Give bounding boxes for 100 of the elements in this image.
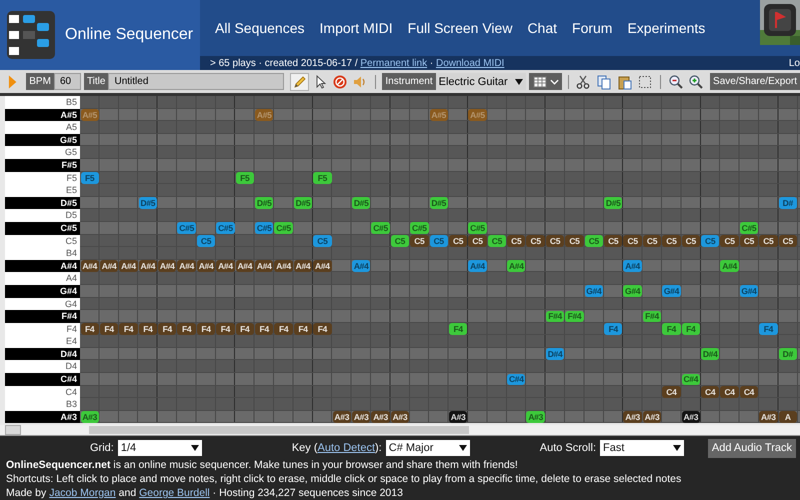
pencil-icon[interactable] xyxy=(290,72,310,90)
note[interactable]: A#3 xyxy=(390,411,410,423)
note[interactable]: C5 xyxy=(778,235,797,247)
author-link[interactable]: Jacob Morgan xyxy=(49,487,116,499)
piano-key[interactable]: B4 xyxy=(5,247,80,260)
note[interactable]: A#4 xyxy=(507,260,526,272)
nav-link[interactable]: Chat xyxy=(527,20,558,36)
note[interactable]: C5 xyxy=(682,235,700,247)
note[interactable]: C5 xyxy=(720,235,739,247)
note[interactable]: F4 xyxy=(313,323,332,335)
piano-key[interactable]: D#4 xyxy=(5,348,80,360)
note[interactable]: C5 xyxy=(390,235,410,247)
piano-key[interactable]: G#4 xyxy=(5,284,80,298)
note[interactable]: A#4 xyxy=(119,260,138,272)
key-select[interactable]: C# Major xyxy=(386,440,470,456)
note[interactable]: A#4 xyxy=(138,260,158,272)
note[interactable]: C#5 xyxy=(468,222,487,234)
author-link[interactable]: George Burdell xyxy=(139,487,210,499)
note[interactable]: C#5 xyxy=(740,222,758,234)
login-link[interactable]: Lo xyxy=(788,58,800,68)
note[interactable]: A#3 xyxy=(526,411,545,423)
note[interactable]: D# xyxy=(778,348,797,360)
auto-detect-link[interactable]: Auto Detect xyxy=(318,442,376,454)
note[interactable]: A#4 xyxy=(255,260,274,272)
note[interactable]: C#4 xyxy=(682,374,700,386)
note[interactable]: C#5 xyxy=(274,222,293,234)
piano-key[interactable]: A5 xyxy=(5,121,80,134)
piano-key[interactable]: F4 xyxy=(5,322,80,336)
piano-key[interactable]: D#5 xyxy=(5,196,80,210)
note[interactable]: D#5 xyxy=(294,197,312,209)
piano-key[interactable]: G#5 xyxy=(5,134,80,146)
note[interactable]: C5 xyxy=(546,235,564,247)
note[interactable]: A#3 xyxy=(642,411,662,423)
note[interactable]: F4 xyxy=(682,323,700,335)
link[interactable]: Permanent link xyxy=(360,58,428,68)
note[interactable]: A#4 xyxy=(100,260,118,272)
nav-link[interactable]: All Sequences xyxy=(215,20,305,36)
note[interactable]: C5 xyxy=(759,235,778,247)
piano-key[interactable]: E5 xyxy=(5,184,80,197)
piano-key[interactable]: D4 xyxy=(5,360,80,374)
note[interactable]: C5 xyxy=(410,235,429,247)
note[interactable]: A#3 xyxy=(759,411,778,423)
note[interactable]: C#5 xyxy=(371,222,390,234)
note[interactable]: F4 xyxy=(196,323,216,335)
note[interactable]: D#5 xyxy=(352,197,370,209)
note[interactable]: C5 xyxy=(584,235,604,247)
note[interactable]: F4 xyxy=(448,323,468,335)
note[interactable]: A xyxy=(778,411,797,423)
note[interactable]: F4 xyxy=(177,323,196,335)
auto-scroll-select[interactable]: Fast xyxy=(600,440,684,456)
piano-key[interactable]: G4 xyxy=(5,298,80,310)
piano-key[interactable]: E4 xyxy=(5,335,80,348)
note[interactable]: A#4 xyxy=(294,260,312,272)
note[interactable]: F4 xyxy=(236,323,254,335)
site-title[interactable]: Online Sequencer xyxy=(65,26,194,44)
note[interactable]: F4 xyxy=(80,323,99,335)
note[interactable]: C4 xyxy=(740,386,758,398)
note[interactable]: A#3 xyxy=(371,411,390,423)
instrument-select[interactable]: Electric Guitar xyxy=(436,73,526,90)
note[interactable]: A#3 xyxy=(623,411,642,423)
note[interactable]: C4 xyxy=(662,386,681,398)
piano-key[interactable]: A#3 xyxy=(5,410,80,424)
note[interactable]: A#4 xyxy=(177,260,196,272)
note[interactable]: C5 xyxy=(507,235,526,247)
note[interactable]: F4 xyxy=(255,323,274,335)
piano-key[interactable]: A4 xyxy=(5,272,80,285)
piano-key[interactable]: C#5 xyxy=(5,222,80,235)
note[interactable]: D#5 xyxy=(255,197,274,209)
note[interactable]: F#4 xyxy=(642,310,662,322)
nav-link[interactable]: Experiments xyxy=(627,20,706,36)
note[interactable]: C5 xyxy=(448,235,468,247)
note[interactable]: F5 xyxy=(313,172,332,184)
note[interactable]: A#4 xyxy=(158,260,176,272)
piano-key[interactable]: C#4 xyxy=(5,373,80,386)
note[interactable]: C5 xyxy=(526,235,545,247)
piano-key[interactable]: D5 xyxy=(5,209,80,222)
scrollbar-thumb[interactable] xyxy=(89,426,469,434)
note[interactable]: C5 xyxy=(740,235,758,247)
piano-key[interactable]: F5 xyxy=(5,172,80,184)
note[interactable]: F4 xyxy=(119,323,138,335)
note[interactable]: A#3 xyxy=(682,411,700,423)
piano-key[interactable]: C5 xyxy=(5,234,80,248)
copy-icon[interactable] xyxy=(595,72,613,90)
nav-link[interactable]: Import MIDI xyxy=(320,20,393,36)
note[interactable]: A#4 xyxy=(313,260,332,272)
note[interactable]: A#3 xyxy=(332,411,351,423)
note[interactable]: A#4 xyxy=(236,260,254,272)
note[interactable]: A#3 xyxy=(448,411,468,423)
note[interactable]: C5 xyxy=(488,235,506,247)
note[interactable]: F4 xyxy=(216,323,235,335)
grid-select[interactable]: 1/4 xyxy=(118,440,202,456)
note[interactable]: D#4 xyxy=(701,348,720,360)
add-audio-track-button[interactable]: Add Audio Track xyxy=(708,438,796,458)
save-share-export-button[interactable]: Save/Share/Export xyxy=(710,73,800,90)
piano-key[interactable]: C4 xyxy=(5,386,80,398)
note[interactable]: A#4 xyxy=(216,260,235,272)
piano-key[interactable]: F#4 xyxy=(5,310,80,323)
piano-key[interactable]: B5 xyxy=(5,96,80,109)
zoom-in-icon[interactable] xyxy=(687,72,706,90)
note[interactable]: C5 xyxy=(468,235,487,247)
